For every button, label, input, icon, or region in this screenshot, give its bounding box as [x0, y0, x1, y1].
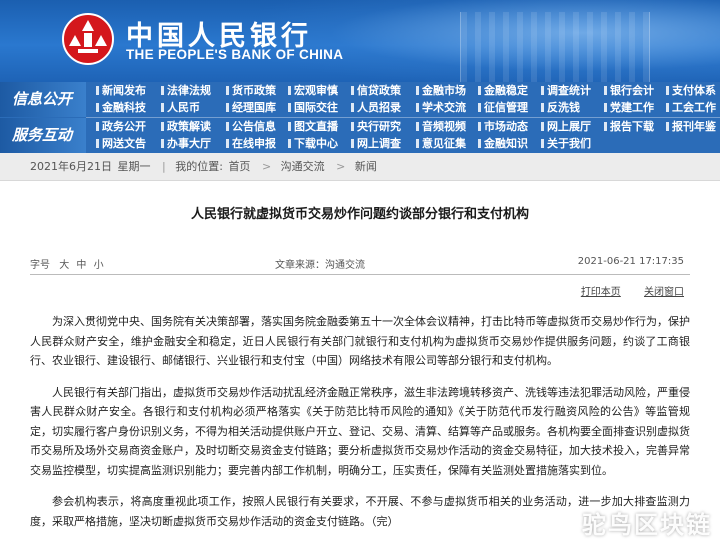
nav-item[interactable]: 国际交往: [288, 99, 338, 116]
nav-item[interactable]: 网上调查: [351, 135, 401, 152]
article-title: 人民银行就虚拟货币交易炒作问题约谈部分银行和支付机构: [190, 207, 529, 222]
nav-item[interactable]: 意见征集: [416, 135, 466, 152]
nav-item[interactable]: 党建工作: [604, 99, 654, 116]
article-meta: 字号 大 中 小 文章来源：沟通交流 2021-06-21 17:17:35: [30, 256, 690, 272]
font-size-large[interactable]: 大: [59, 260, 69, 271]
nav-item[interactable]: 调查统计: [541, 82, 591, 99]
nav-menu-grid: 新闻发布 法律法规 货币政策 宏观审慎 信贷政策 金融市场 金融稳定 调查统计 银行会计 支付体系…: [86, 82, 720, 153]
nav-item[interactable]: 人民币: [161, 99, 200, 116]
font-size-label: 字号: [30, 260, 50, 271]
nav-item[interactable]: 新闻发布: [96, 82, 146, 99]
nav-item[interactable]: 人员招录: [351, 99, 401, 116]
nav-item[interactable]: 金融科技: [96, 99, 146, 116]
nav-item[interactable]: 央行研究: [351, 118, 401, 135]
article-source: 文章来源：沟通交流: [275, 256, 365, 271]
nav-item[interactable]: 征信管理: [478, 99, 528, 116]
nav-item[interactable]: 支付体系: [666, 82, 716, 99]
nav-item[interactable]: 金融稳定: [478, 82, 528, 99]
nav-item[interactable]: 办事大厅: [161, 135, 211, 152]
divider-line: [30, 274, 690, 275]
font-size-medium[interactable]: 中: [76, 260, 86, 271]
nav-item[interactable]: 报告下载: [604, 118, 654, 135]
nav-item[interactable]: 学术交流: [416, 99, 466, 116]
header-building-graphic: [460, 12, 650, 82]
nav-section-info-disclosure[interactable]: 信息公开: [0, 82, 86, 117]
font-size-small[interactable]: 小: [94, 260, 104, 271]
nav-item[interactable]: 银行会计: [604, 82, 654, 99]
breadcrumb-separator: >: [336, 160, 346, 173]
nav-item[interactable]: 宏观审慎: [288, 82, 338, 99]
nav-item[interactable]: 金融知识: [478, 135, 528, 152]
nav-item[interactable]: 在线申报: [226, 135, 276, 152]
breadcrumb: 2021年6月21日 星期一 | 我的位置: 首页 > 沟通交流 > 新闻: [0, 153, 720, 181]
font-size-controls: 字号 大 中 小: [30, 256, 104, 271]
article-paragraph: 为深入贯彻党中央、国务院有关决策部署，落实国务院金融委第五十一次全体会议精神，打…: [30, 315, 690, 367]
nav-item[interactable]: 下载中心: [288, 135, 338, 152]
watermark-logo: 驼鸟区块链: [582, 511, 712, 539]
nav-item[interactable]: 金融市场: [416, 82, 466, 99]
main-navigation: 信息公开 服务互动 新闻发布 法律法规 货币政策 宏观审慎 信贷政策 金融市场 金融稳定 调查…: [0, 82, 720, 153]
nav-item[interactable]: 法律法规: [161, 82, 211, 99]
current-date: 2021年6月21日: [30, 160, 112, 173]
nav-item[interactable]: 政策解读: [161, 118, 211, 135]
breadcrumb-communication[interactable]: 沟通交流: [281, 160, 325, 173]
nav-item[interactable]: 市场动态: [478, 118, 528, 135]
article-actions: 打印本页 关闭窗口: [561, 283, 684, 298]
nav-item[interactable]: 公告信息: [226, 118, 276, 135]
location-label: 我的位置:: [175, 160, 223, 173]
nav-section-service-interaction[interactable]: 服务互动: [0, 118, 86, 153]
nav-item[interactable]: 信贷政策: [351, 82, 401, 99]
nav-item[interactable]: 经理国库: [226, 99, 276, 116]
logo-english-name[interactable]: THE PEOPLE'S BANK OF CHINA: [126, 47, 343, 62]
article-datetime: 2021-06-21 17:17:35: [577, 256, 684, 267]
nav-item[interactable]: 货币政策: [226, 82, 276, 99]
close-window-link[interactable]: 关闭窗口: [644, 287, 684, 298]
source-value: 沟通交流: [325, 260, 365, 271]
article-paragraph: 人民银行有关部门指出，虚拟货币交易炒作活动扰乱经济金融正常秩序，滋生非法跨境转移…: [30, 385, 690, 477]
pboc-logo-icon[interactable]: [61, 13, 115, 65]
nav-item[interactable]: 网送文告: [96, 135, 146, 152]
nav-item[interactable]: 政务公开: [96, 118, 146, 135]
nav-item[interactable]: 反洗钱: [541, 99, 580, 116]
site-header: 中国人民银行 THE PEOPLE'S BANK OF CHINA: [0, 0, 720, 82]
nav-item[interactable]: 音频视频: [416, 118, 466, 135]
print-page-link[interactable]: 打印本页: [581, 287, 621, 298]
current-weekday: 星期一: [117, 160, 151, 173]
nav-item[interactable]: 网上展厅: [541, 118, 591, 135]
source-label: 文章来源：: [275, 260, 325, 271]
nav-item[interactable]: 报刊年鉴: [666, 118, 716, 135]
nav-item[interactable]: 图文直播: [288, 118, 338, 135]
nav-item[interactable]: 关于我们: [541, 135, 591, 152]
nav-item[interactable]: 工会工作: [666, 99, 716, 116]
breadcrumb-separator: >: [261, 160, 272, 173]
breadcrumb-news[interactable]: 新闻: [355, 160, 377, 173]
breadcrumb-home[interactable]: 首页: [228, 160, 250, 173]
